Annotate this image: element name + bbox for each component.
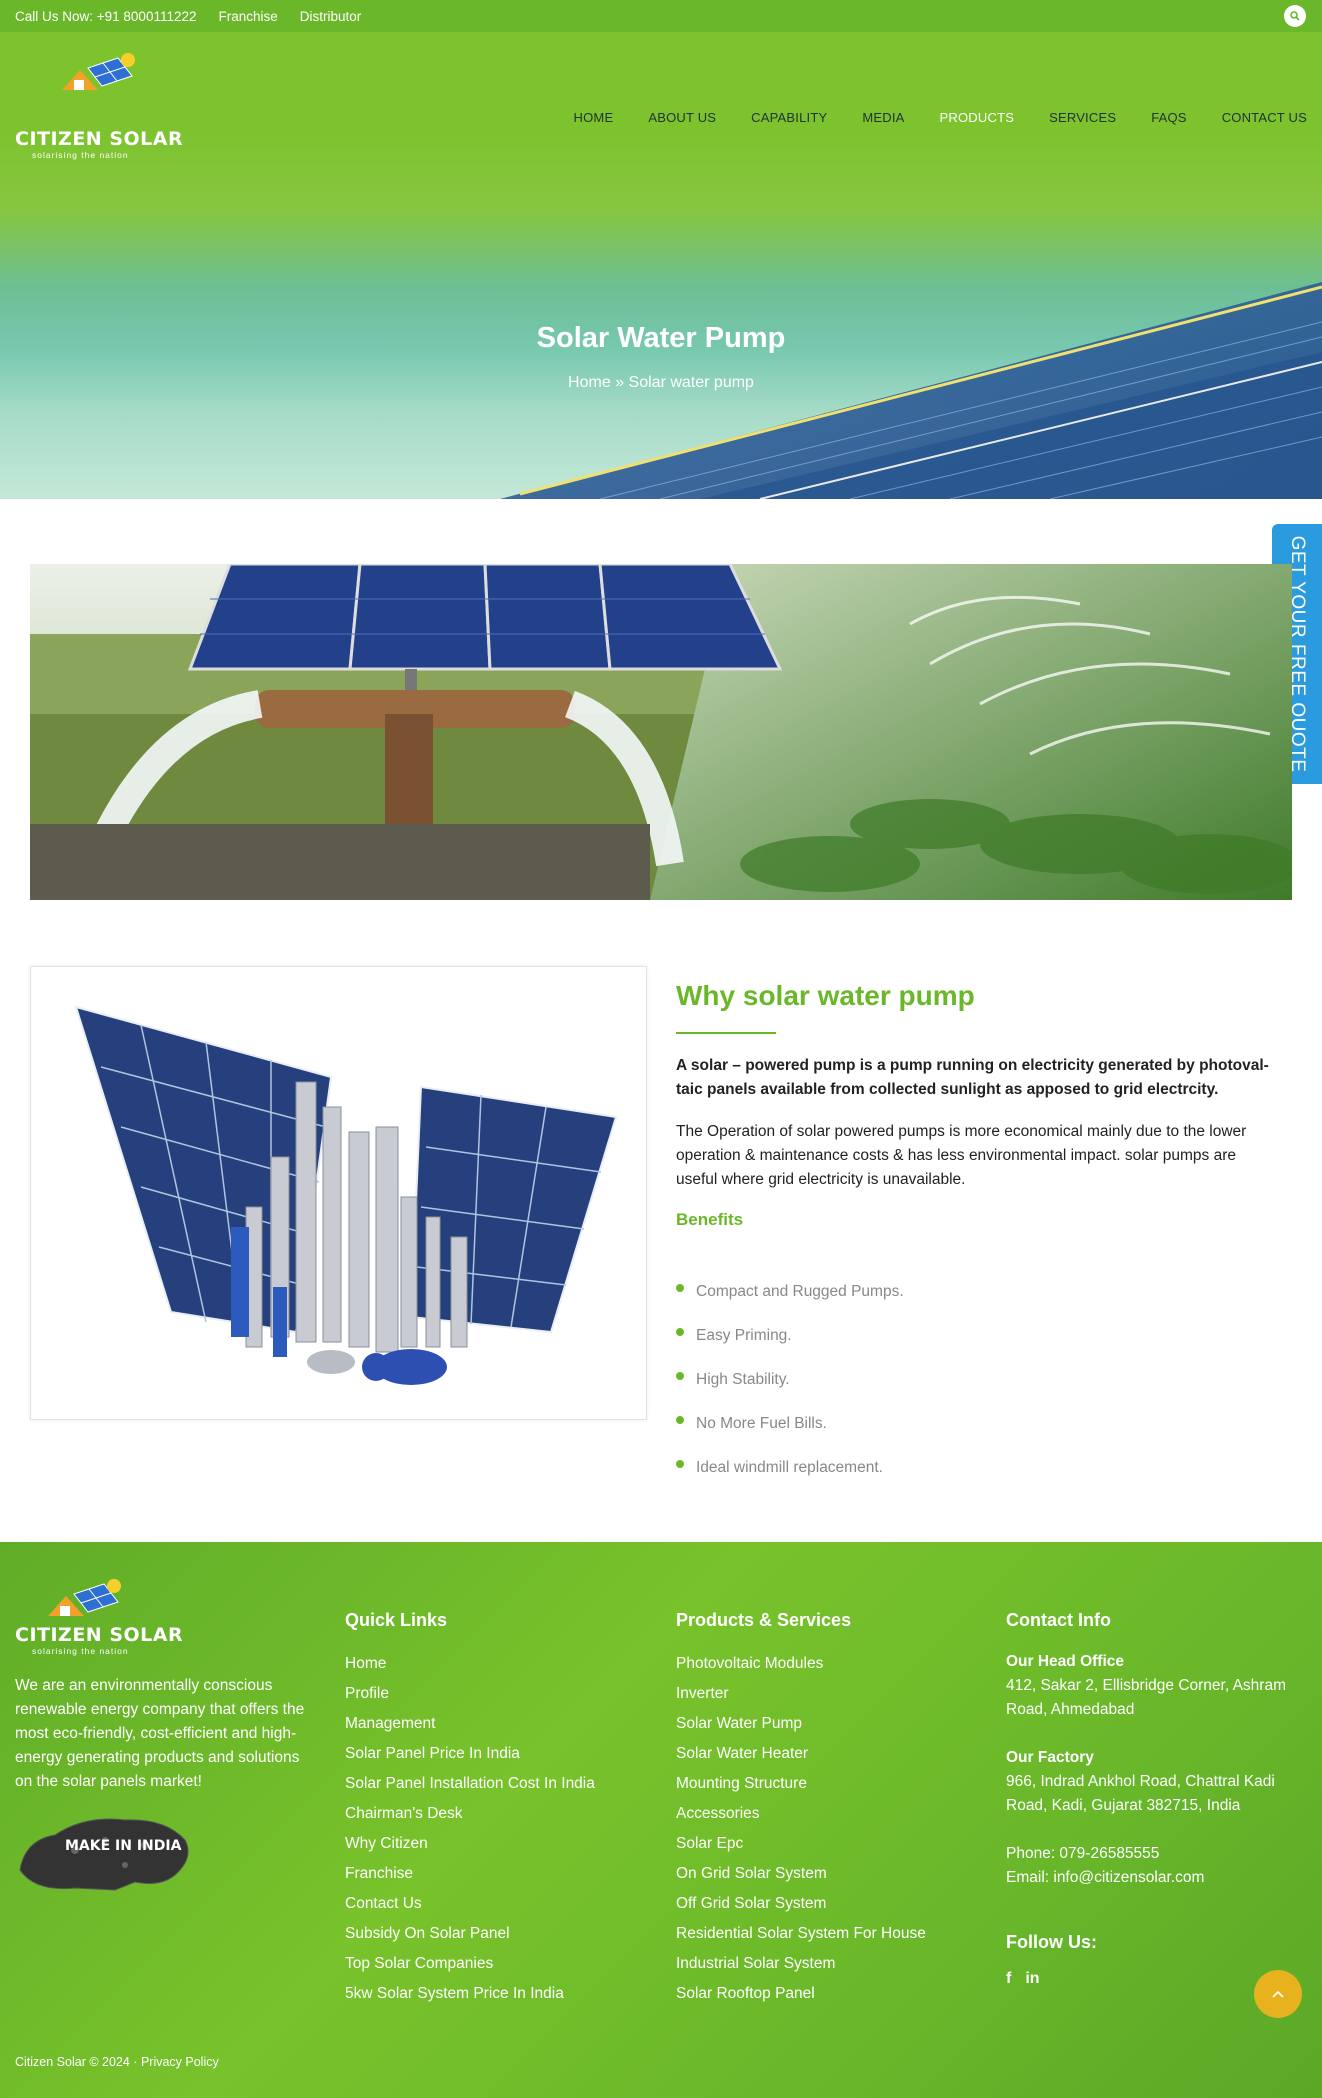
franchise-link[interactable]: Franchise — [219, 9, 278, 24]
head-office-address: 412, Sakar 2, Ellisbridge Corner, Ashram… — [1006, 1677, 1286, 1718]
benefits-heading: Benefits — [676, 1210, 744, 1229]
benefit-item: Easy Priming. — [676, 1314, 904, 1358]
product-link[interactable]: Industrial Solar System — [676, 1952, 926, 1982]
intro-paragraph: A solar – powered pump is a pump running… — [676, 1057, 1269, 1098]
company-description: We are an environmentally conscious rene… — [15, 1677, 305, 1790]
benefit-item: High Stability. — [676, 1358, 904, 1402]
social-links: f in — [1006, 1970, 1040, 1988]
back-to-top-button[interactable] — [1254, 1970, 1302, 2018]
nav-home[interactable]: HOME — [574, 110, 614, 125]
product-link[interactable]: Residential Solar System For House — [676, 1922, 926, 1952]
nav-about-us[interactable]: ABOUT US — [648, 110, 716, 125]
breadcrumb: Home » Solar water pump — [0, 374, 1322, 392]
head-office-block: Our Head Office 412, Sakar 2, Ellisbridg… — [1006, 1650, 1306, 1722]
product-link[interactable]: Mounting Structure — [676, 1772, 926, 1802]
bullet-icon — [676, 1416, 684, 1424]
quick-link-management[interactable]: Management — [345, 1712, 595, 1742]
section-title: Why solar water pump — [676, 980, 975, 1011]
footer-brand-logo[interactable] — [48, 1576, 158, 1626]
make-in-india-logo: MAKE IN INDIA — [19, 1818, 189, 1891]
bullet-icon — [676, 1284, 684, 1292]
product-link[interactable]: Solar Water Heater — [676, 1742, 926, 1772]
bullet-icon — [676, 1460, 684, 1468]
product-link[interactable]: On Grid Solar System — [676, 1862, 926, 1892]
solar-pump-product-image — [30, 966, 647, 1420]
title-underline — [676, 1032, 776, 1034]
brand-tagline: solarising the nation — [32, 150, 129, 160]
products-heading: Products & Services — [676, 1610, 852, 1630]
quick-link-why-citizen[interactable]: Why Citizen — [345, 1832, 595, 1862]
email-address[interactable]: Email: info@citizensolar.com — [1006, 1866, 1306, 1890]
product-link[interactable]: Solar Rooftop Panel — [676, 1982, 926, 2012]
quick-link-5kw-price[interactable]: 5kw Solar System Price In India — [345, 1982, 595, 2012]
head-office-title: Our Head Office — [1006, 1653, 1124, 1670]
benefit-item: No More Fuel Bills. — [676, 1402, 904, 1446]
contact-details: Phone: 079-26585555 Email: info@citizens… — [1006, 1842, 1306, 1890]
benefit-item: Ideal windmill replacement. — [676, 1446, 904, 1490]
factory-address: 966, Indrad Ankhol Road, Chattral Kadi R… — [1006, 1773, 1275, 1814]
solar-panels-background — [500, 282, 1322, 499]
body-paragraph: The Operation of solar powered pumps is … — [676, 1123, 1247, 1188]
breadcrumb-home[interactable]: Home — [568, 374, 611, 391]
product-link[interactable]: Solar Water Pump — [676, 1712, 926, 1742]
linkedin-icon[interactable]: in — [1025, 1970, 1039, 1988]
page-hero: CITIZEN SOLAR solarising the nation HOME… — [0, 32, 1322, 499]
distributor-link[interactable]: Distributor — [300, 9, 362, 24]
facebook-icon[interactable]: f — [1006, 1970, 1011, 1988]
product-link[interactable]: Inverter — [676, 1682, 926, 1712]
banner-illustration — [30, 564, 1292, 900]
quick-link-home[interactable]: Home — [345, 1652, 595, 1682]
quick-link-chairmans-desk[interactable]: Chairman's Desk — [345, 1802, 595, 1832]
quick-link-subsidy[interactable]: Subsidy On Solar Panel — [345, 1922, 595, 1952]
quick-link-top-companies[interactable]: Top Solar Companies — [345, 1952, 595, 1982]
bullet-icon — [676, 1372, 684, 1380]
privacy-policy-link[interactable]: Privacy Policy — [141, 2055, 219, 2069]
benefit-item: Compact and Rugged Pumps. — [676, 1270, 904, 1314]
search-icon — [1290, 11, 1300, 21]
site-footer: CITIZEN SOLAR solarising the nation We a… — [0, 1542, 1322, 2098]
footer-brand-name: CITIZEN SOLAR — [15, 1624, 184, 1646]
contact-heading: Contact Info — [1006, 1610, 1111, 1630]
products-list: Photovoltaic Modules Inverter Solar Wate… — [676, 1652, 926, 2012]
nav-capability[interactable]: CAPABILITY — [751, 110, 827, 125]
brand-name[interactable]: CITIZEN SOLAR — [15, 128, 183, 150]
nav-media[interactable]: MEDIA — [862, 110, 904, 125]
product-link[interactable]: Solar Epc — [676, 1832, 926, 1862]
product-link[interactable]: Off Grid Solar System — [676, 1892, 926, 1922]
quick-link-contact-us[interactable]: Contact Us — [345, 1892, 595, 1922]
page-title: Solar Water Pump — [536, 322, 786, 354]
brand-logo[interactable] — [48, 46, 158, 106]
call-us-link[interactable]: Call Us Now: +91 8000111222 — [15, 9, 197, 24]
search-button[interactable] — [1284, 5, 1306, 27]
quick-link-installation-cost[interactable]: Solar Panel Installation Cost In India — [345, 1772, 595, 1802]
nav-faqs[interactable]: FAQS — [1151, 110, 1186, 125]
phone-number[interactable]: Phone: 079-26585555 — [1006, 1842, 1306, 1866]
copyright: Citizen Solar © 2024 · Privacy Policy — [15, 2055, 219, 2069]
product-link[interactable]: Photovoltaic Modules — [676, 1652, 926, 1682]
breadcrumb-current: Solar water pump — [628, 374, 754, 391]
top-bar: Call Us Now: +91 8000111222 Franchise Di… — [0, 0, 1322, 32]
main-nav: HOME ABOUT US CAPABILITY MEDIA PRODUCTS … — [539, 110, 1307, 125]
benefits-list: Compact and Rugged Pumps. Easy Priming. … — [676, 1270, 904, 1490]
solar-pump-banner-image — [30, 564, 1292, 900]
nav-products[interactable]: PRODUCTS — [940, 110, 1015, 125]
nav-contact-us[interactable]: CONTACT US — [1222, 110, 1307, 125]
factory-title: Our Factory — [1006, 1749, 1094, 1766]
nav-services[interactable]: SERVICES — [1049, 110, 1116, 125]
product-illustration — [74, 1005, 618, 1385]
quick-link-franchise[interactable]: Franchise — [345, 1862, 595, 1892]
quick-link-price[interactable]: Solar Panel Price In India — [345, 1742, 595, 1772]
quick-links-list: Home Profile Management Solar Panel Pric… — [345, 1652, 595, 2012]
quick-links-heading: Quick Links — [345, 1610, 448, 1630]
bullet-icon — [676, 1328, 684, 1336]
quick-link-profile[interactable]: Profile — [345, 1682, 595, 1712]
follow-heading: Follow Us: — [1006, 1932, 1097, 1952]
make-in-india-text: MAKE IN INDIA — [65, 1838, 182, 1854]
footer-brand-tagline: solarising the nation — [32, 1646, 129, 1656]
product-link[interactable]: Accessories — [676, 1802, 926, 1832]
chevron-up-icon — [1272, 1990, 1284, 1998]
breadcrumb-separator: » — [615, 374, 625, 391]
copyright-text: Citizen Solar © 2024 · — [15, 2055, 141, 2069]
factory-block: Our Factory 966, Indrad Ankhol Road, Cha… — [1006, 1746, 1306, 1818]
